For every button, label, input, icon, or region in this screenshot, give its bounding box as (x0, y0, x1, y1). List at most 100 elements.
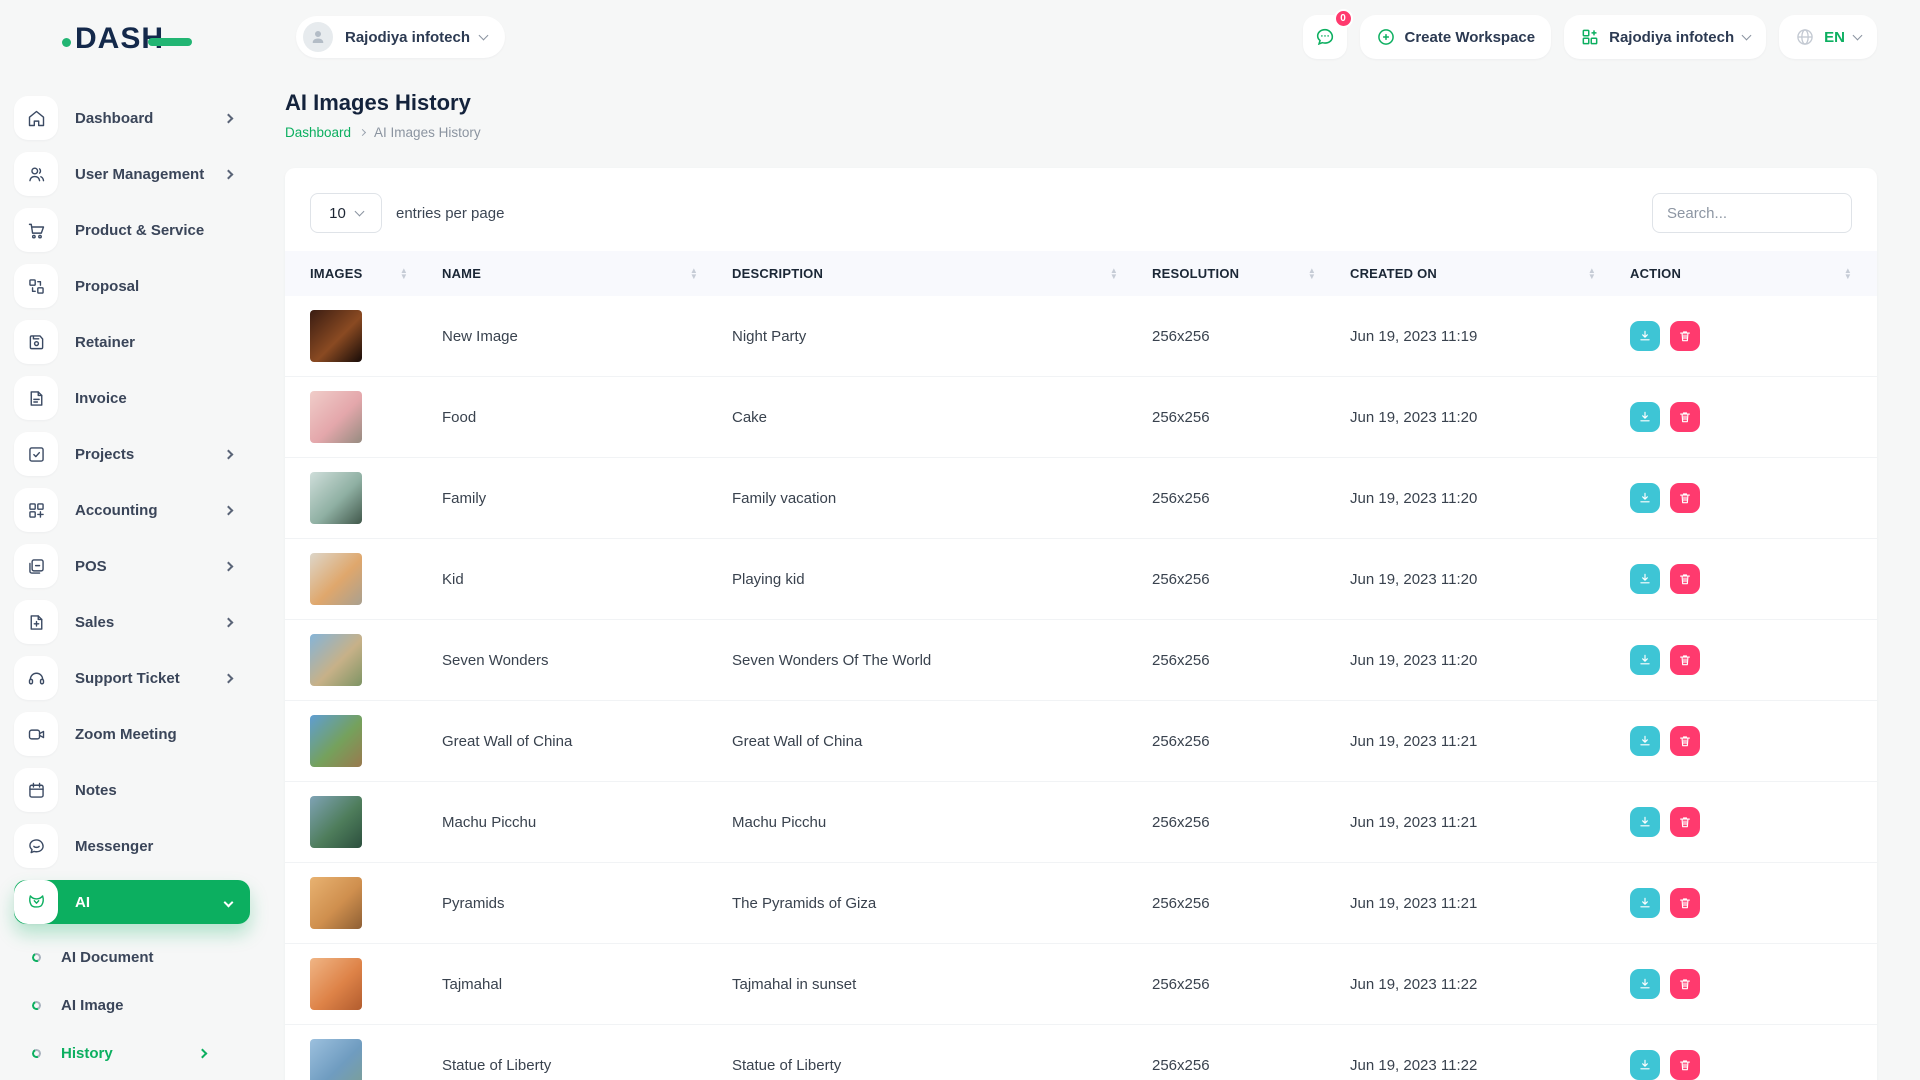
sidebar-item-label: Retainer (75, 334, 135, 351)
cell-resolution: 256x256 (1152, 409, 1350, 426)
globe-icon (1795, 27, 1815, 47)
entries-per-page-label: entries per page (396, 205, 504, 222)
sidebar-item-label: Notes (75, 782, 117, 799)
download-button[interactable] (1630, 402, 1660, 432)
sidebar-subitem-ai-document[interactable]: AI Document (14, 940, 234, 974)
row-actions (1630, 888, 1852, 918)
sidebar-item-zoom-meeting[interactable]: Zoom Meeting (14, 712, 250, 756)
sidebar-item-retainer[interactable]: Retainer (14, 320, 250, 364)
trash-icon (1678, 329, 1692, 343)
download-button[interactable] (1630, 321, 1660, 351)
column-header-name[interactable]: NAME▲▼ (442, 266, 732, 281)
delete-button[interactable] (1670, 1050, 1700, 1080)
sidebar-subitem-ai-image[interactable]: AI Image (14, 988, 234, 1022)
breadcrumb-current: AI Images History (374, 125, 481, 140)
cell-name: Tajmahal (442, 976, 732, 993)
trash-icon (1678, 734, 1692, 748)
sidebar-item-proposal[interactable]: Proposal (14, 264, 250, 308)
cell-created-on: Jun 19, 2023 11:21 (1350, 733, 1630, 750)
download-button[interactable] (1630, 483, 1660, 513)
cell-description: Playing kid (732, 571, 1152, 588)
sidebar-item-label: Product & Service (75, 222, 204, 239)
top-bar: Rajodiya infotech 0 (285, 0, 1877, 64)
column-header-images[interactable]: IMAGES▲▼ (285, 266, 442, 281)
delete-button[interactable] (1670, 321, 1700, 351)
chevron-down-icon (1742, 31, 1752, 41)
cell-name: Family (442, 490, 732, 507)
delete-button[interactable] (1670, 726, 1700, 756)
zoom-icon (14, 712, 58, 756)
chevron-right-icon (198, 1048, 208, 1058)
cell-resolution: 256x256 (1152, 490, 1350, 507)
delete-button[interactable] (1670, 402, 1700, 432)
cell-created-on: Jun 19, 2023 11:20 (1350, 409, 1630, 426)
bullet-icon (31, 999, 43, 1011)
retainer-icon (14, 320, 58, 364)
column-header-label: ACTION (1630, 266, 1681, 281)
column-header-resolution[interactable]: RESOLUTION▲▼ (1152, 266, 1350, 281)
download-button[interactable] (1630, 645, 1660, 675)
download-button[interactable] (1630, 807, 1660, 837)
sidebar-subitem-history[interactable]: History (14, 1036, 234, 1070)
download-button[interactable] (1630, 1050, 1660, 1080)
search-input[interactable] (1652, 193, 1852, 233)
download-button[interactable] (1630, 564, 1660, 594)
delete-button[interactable] (1670, 483, 1700, 513)
download-button[interactable] (1630, 726, 1660, 756)
logo-dot-icon (62, 38, 71, 47)
cell-created-on: Jun 19, 2023 11:20 (1350, 490, 1630, 507)
entries-per-page-select[interactable]: 10 (310, 193, 382, 233)
language-selector[interactable]: EN (1779, 15, 1877, 59)
invoice-icon (14, 376, 58, 420)
delete-button[interactable] (1670, 645, 1700, 675)
sort-icon: ▲▼ (1110, 268, 1118, 280)
row-actions (1630, 1050, 1852, 1080)
image-thumbnail (310, 715, 362, 767)
sidebar-item-support-ticket[interactable]: Support Ticket (14, 656, 250, 700)
brand-logo[interactable]: DASH (62, 22, 260, 56)
trash-icon (1678, 815, 1692, 829)
download-button[interactable] (1630, 969, 1660, 999)
column-header-created-on[interactable]: CREATED ON▲▼ (1350, 266, 1630, 281)
cell-name: Great Wall of China (442, 733, 732, 750)
delete-button[interactable] (1670, 564, 1700, 594)
pos-icon (14, 544, 58, 588)
sidebar-item-projects[interactable]: Projects (14, 432, 250, 476)
sidebar-item-label: Invoice (75, 390, 127, 407)
delete-button[interactable] (1670, 807, 1700, 837)
sidebar-item-accounting[interactable]: Accounting (14, 488, 250, 532)
sidebar-item-invoice[interactable]: Invoice (14, 376, 250, 420)
workspace-switcher[interactable]: Rajodiya infotech (296, 16, 505, 58)
entries-value: 10 (329, 205, 346, 222)
column-header-label: DESCRIPTION (732, 266, 823, 281)
column-header-action[interactable]: ACTION▲▼ (1630, 266, 1877, 281)
sidebar-item-user-management[interactable]: User Management (14, 152, 250, 196)
sidebar-item-dashboard[interactable]: Dashboard (14, 96, 250, 140)
sidebar-item-sales[interactable]: Sales (14, 600, 250, 644)
trash-icon (1678, 410, 1692, 424)
breadcrumb-dashboard-link[interactable]: Dashboard (285, 125, 351, 140)
download-button[interactable] (1630, 888, 1660, 918)
row-actions (1630, 402, 1852, 432)
company-menu[interactable]: Rajodiya infotech (1564, 15, 1766, 59)
row-actions (1630, 969, 1852, 999)
delete-button[interactable] (1670, 969, 1700, 999)
table-row: Tajmahal Tajmahal in sunset 256x256 Jun … (285, 944, 1877, 1025)
column-header-description[interactable]: DESCRIPTION ▲▼ (732, 266, 1152, 281)
delete-button[interactable] (1670, 888, 1700, 918)
cell-description: The Pyramids of Giza (732, 895, 1152, 912)
bullet-icon (31, 1047, 43, 1059)
sidebar-item-pos[interactable]: POS (14, 544, 250, 588)
logo-dash-icon (148, 38, 192, 46)
messenger-icon (14, 824, 58, 868)
sidebar-item-ai[interactable]: AI (14, 880, 250, 924)
image-thumbnail (310, 472, 362, 524)
trash-icon (1678, 572, 1692, 586)
sidebar-item-product-service[interactable]: Product & Service (14, 208, 250, 252)
cell-created-on: Jun 19, 2023 11:21 (1350, 895, 1630, 912)
sidebar-item-messenger[interactable]: Messenger (14, 824, 250, 868)
messages-button[interactable]: 0 (1303, 15, 1347, 59)
create-workspace-button[interactable]: Create Workspace (1360, 15, 1552, 59)
bullet-icon (31, 951, 43, 963)
sidebar-item-notes[interactable]: Notes (14, 768, 250, 812)
